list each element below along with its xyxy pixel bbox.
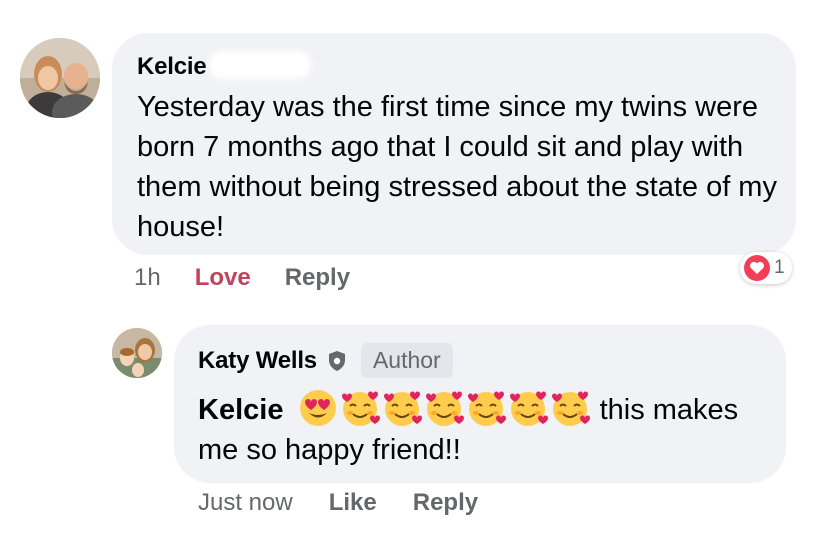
- comment-text: Yesterday was the first time since my tw…: [137, 91, 777, 243]
- verified-shield-icon: [327, 350, 347, 372]
- comment-author[interactable]: Kelcie: [137, 53, 772, 81]
- comment-author[interactable]: Katy Wells: [198, 347, 317, 375]
- emoji-smiling-hearts-icon: [550, 388, 590, 428]
- emoji-heart-eyes-icon: [298, 388, 338, 428]
- love-button[interactable]: Love: [195, 264, 251, 292]
- comment-timestamp[interactable]: 1h: [134, 264, 161, 292]
- comment-actions: Just now Like Reply: [198, 489, 478, 517]
- reply-button[interactable]: Reply: [285, 264, 350, 292]
- emoji-smiling-hearts-icon: [340, 388, 380, 428]
- comment-text-line1: this makes: [599, 394, 739, 426]
- reaction-count-badge[interactable]: 1: [740, 252, 792, 284]
- heart-icon: [744, 255, 770, 281]
- comment-header: Katy Wells Author: [198, 343, 764, 378]
- reply-button[interactable]: Reply: [413, 489, 478, 517]
- comment-bubble: Kelcie Yesterday was the first time sinc…: [112, 33, 796, 255]
- comment-text: Kelcie this makes me so happy friend!!: [198, 388, 764, 470]
- like-button[interactable]: Like: [329, 489, 377, 517]
- emoji-smiling-hearts-icon: [466, 388, 506, 428]
- comment-timestamp[interactable]: Just now: [198, 489, 293, 517]
- emoji-smiling-hearts-icon: [382, 388, 422, 428]
- comment-actions: 1h Love Reply: [134, 264, 350, 292]
- emoji-smiling-hearts-icon: [424, 388, 464, 428]
- mention-link[interactable]: Kelcie: [198, 394, 283, 426]
- emoji-smiling-hearts-icon: [508, 388, 548, 428]
- comment-bubble: Katy Wells Author Kelcie this makes me s…: [174, 325, 786, 483]
- author-badge: Author: [360, 343, 453, 378]
- comment-text-line2: me so happy friend!!: [198, 434, 461, 466]
- redaction-mark: [212, 55, 307, 75]
- avatar[interactable]: [20, 38, 100, 118]
- reaction-count: 1: [774, 257, 785, 278]
- avatar[interactable]: [112, 328, 162, 378]
